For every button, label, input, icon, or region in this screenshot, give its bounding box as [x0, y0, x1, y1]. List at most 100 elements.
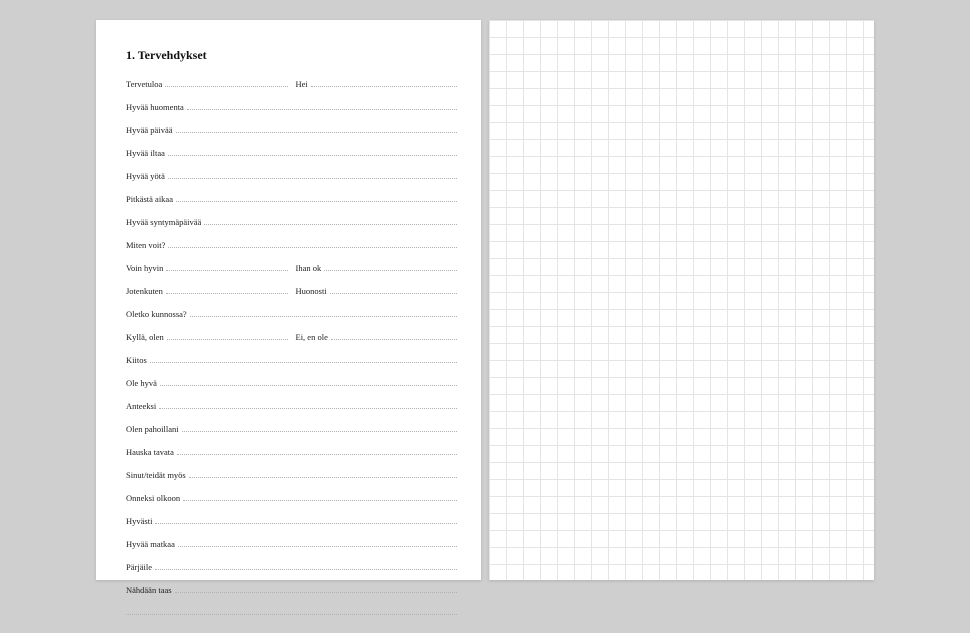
vocabulary-entry: Huonosti: [296, 286, 458, 296]
vocabulary-label: Onneksi olkoon: [126, 493, 183, 503]
vocabulary-label: Pärjäile: [126, 562, 155, 572]
vocabulary-row: Onneksi olkoon: [126, 493, 457, 512]
vocabulary-entry: Voin hyvin: [126, 263, 288, 273]
vocabulary-row: Nähdään taas: [126, 585, 457, 604]
vocabulary-label: Kiitos: [126, 355, 150, 365]
fill-line: [331, 339, 457, 340]
vocabulary-entry: Jotenkuten: [126, 286, 288, 296]
fill-line: [187, 109, 457, 110]
vocabulary-entry: Oletko kunnossa?: [126, 309, 457, 319]
vocabulary-label: Kyllä, olen: [126, 332, 167, 342]
vocabulary-row: Pärjäile: [126, 562, 457, 581]
vocabulary-row: Jotenkuten Huonosti: [126, 286, 457, 305]
vocabulary-entry: Pitkästä aikaa: [126, 194, 457, 204]
vocabulary-entry: Olen pahoillani: [126, 424, 457, 434]
vocabulary-entry: Tervetuloa: [126, 79, 288, 89]
fill-line: [150, 362, 457, 363]
vocabulary-entry: Ei, en ole: [296, 332, 458, 342]
fill-line: [155, 569, 457, 570]
fill-line: [166, 270, 287, 271]
vocabulary-label: Tervetuloa: [126, 79, 165, 89]
vocabulary-label: Huonosti: [296, 286, 330, 296]
fill-line: [168, 247, 457, 248]
vocabulary-entry: Hauska tavata: [126, 447, 457, 457]
page-heading: 1. Tervehdykset: [126, 48, 457, 63]
vocabulary-entry: Anteeksi: [126, 401, 457, 411]
vocabulary-row: Anteeksi: [126, 401, 457, 420]
vocabulary-entry: Miten voit?: [126, 240, 457, 250]
vocabulary-label: Olen pahoillani: [126, 424, 182, 434]
vocabulary-label: Hyvää matkaa: [126, 539, 178, 549]
vocabulary-entry-blank: [126, 614, 457, 616]
vocabulary-row: Tervetuloa Hei: [126, 79, 457, 98]
fill-line: [165, 86, 287, 87]
vocabulary-label: Hyvää iltaa: [126, 148, 168, 158]
vocabulary-label: Ei, en ole: [296, 332, 331, 342]
vocabulary-label: Pitkästä aikaa: [126, 194, 176, 204]
vocabulary-label: Jotenkuten: [126, 286, 166, 296]
fill-line: [177, 454, 457, 455]
vocabulary-entry: Hyvää huomenta: [126, 102, 457, 112]
fill-line: [168, 178, 457, 179]
vocabulary-entry: Hyvää päivää: [126, 125, 457, 135]
vocabulary-row: Oletko kunnossa?: [126, 309, 457, 328]
vocabulary-label: Hyvää päivää: [126, 125, 176, 135]
page-right-grid: [489, 20, 874, 580]
vocabulary-label: Hyvästi: [126, 516, 155, 526]
vocabulary-entry: Sinut/teidät myös: [126, 470, 457, 480]
vocabulary-row: Pitkästä aikaa: [126, 194, 457, 213]
fill-line: [189, 477, 457, 478]
vocabulary-row: Hyvää huomenta: [126, 102, 457, 121]
vocabulary-label: Ihan ok: [296, 263, 325, 273]
vocabulary-label: Oletko kunnossa?: [126, 309, 190, 319]
vocabulary-label: Voin hyvin: [126, 263, 166, 273]
fill-line: [175, 592, 457, 593]
vocabulary-entry: Hei: [296, 79, 458, 89]
vocabulary-row: Hyvää matkaa: [126, 539, 457, 558]
fill-line: [311, 86, 457, 87]
vocabulary-row: Sinut/teidät myös: [126, 470, 457, 489]
vocabulary-row: Hyvästi: [126, 516, 457, 535]
vocabulary-label: Hauska tavata: [126, 447, 177, 457]
fill-line: [324, 270, 457, 271]
fill-line: [167, 339, 288, 340]
vocabulary-entry: Hyvää syntymäpäivää: [126, 217, 457, 227]
vocabulary-label: Hyvää syntymäpäivää: [126, 217, 204, 227]
vocabulary-row: Hyvää syntymäpäivää: [126, 217, 457, 236]
vocabulary-label: Ole hyvä: [126, 378, 160, 388]
fill-line: [190, 316, 457, 317]
vocabulary-row: Hyvää yötä: [126, 171, 457, 190]
vocabulary-entry: Ole hyvä: [126, 378, 457, 388]
vocabulary-label: Hyvää yötä: [126, 171, 168, 181]
vocabulary-label: Sinut/teidät myös: [126, 470, 189, 480]
fill-line: [176, 132, 458, 133]
vocabulary-entry: Onneksi olkoon: [126, 493, 457, 503]
vocabulary-entry: Kyllä, olen: [126, 332, 288, 342]
vocabulary-row: Ole hyvä: [126, 378, 457, 397]
vocabulary-row: Kyllä, olen Ei, en ole: [126, 332, 457, 351]
fill-line: [178, 546, 457, 547]
vocabulary-entry: Ihan ok: [296, 263, 458, 273]
fill-line: [182, 431, 457, 432]
page-left: 1. Tervehdykset Tervetuloa Hei Hyvää huome…: [96, 20, 481, 580]
vocabulary-row: Olen pahoillani: [126, 424, 457, 443]
fill-line: [155, 523, 457, 524]
vocabulary-list: Tervetuloa Hei Hyvää huomenta Hyvää päivää H…: [126, 79, 457, 633]
vocabulary-row: Hyvää iltaa: [126, 148, 457, 167]
fill-line: [204, 224, 457, 225]
vocabulary-label: Hyvää huomenta: [126, 102, 187, 112]
vocabulary-label: Hei: [296, 79, 311, 89]
vocabulary-entry: Hyvää iltaa: [126, 148, 457, 158]
vocabulary-entry: Nähdään taas: [126, 585, 457, 595]
fill-line: [183, 500, 457, 501]
vocabulary-entry: Pärjäile: [126, 562, 457, 572]
fill-line: [159, 408, 457, 409]
fill-line: [126, 614, 457, 615]
vocabulary-entry: Hyvästi: [126, 516, 457, 526]
fill-line: [330, 293, 457, 294]
vocabulary-entry: Kiitos: [126, 355, 457, 365]
vocabulary-row: Voin hyvin Ihan ok: [126, 263, 457, 282]
vocabulary-entry: Hyvää matkaa: [126, 539, 457, 549]
fill-line: [168, 155, 457, 156]
fill-line: [160, 385, 457, 386]
